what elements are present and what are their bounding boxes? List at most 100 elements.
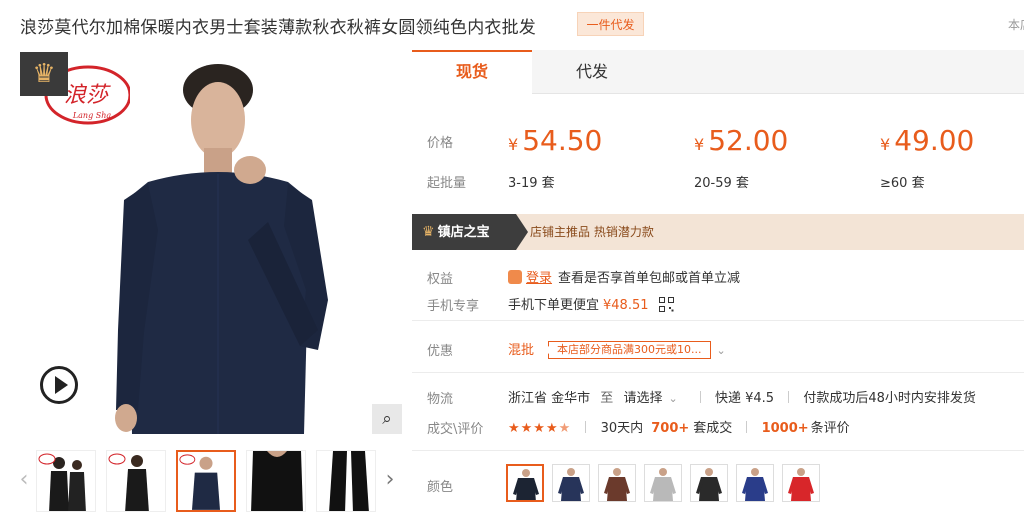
separator (788, 391, 790, 403)
tab-in-stock[interactable]: 现货 (412, 50, 532, 94)
mobile-text: 手机下单更便宜 (508, 298, 600, 313)
thumbnail-image (179, 454, 220, 510)
product-gallery: ♛ 浪莎 Lang Sha ⌕ ‹ › (18, 50, 402, 518)
divider (412, 320, 1024, 321)
price-label: 价格 (427, 136, 454, 151)
color-swatch-6[interactable] (736, 464, 774, 502)
main-product-image[interactable]: ♛ 浪莎 Lang Sha ⌕ (18, 50, 402, 434)
separator (585, 421, 587, 433)
title-bar: 浪莎莫代尔加棉保暖内衣男士套装薄款秋衣秋裤女圆领纯色内衣批发 一件代发 本店 (0, 0, 1024, 50)
min-qty-label: 起批量 (427, 176, 467, 191)
thumbnail-2[interactable] (106, 450, 166, 512)
thumbnail-next-arrow[interactable]: › (382, 464, 398, 496)
badge-arrow-shape (516, 214, 528, 250)
price-value: 54.50 (522, 124, 603, 157)
reviews-label: 成交\评价 (427, 422, 484, 437)
shop-tags: 店铺主推品 热销潜力款 (530, 225, 654, 239)
discount-label: 优惠 (427, 344, 454, 359)
store-link[interactable]: 本店 (1008, 16, 1024, 33)
svg-text:Lang Sha: Lang Sha (72, 111, 112, 120)
product-title: 浪莎莫代尔加棉保暖内衣男士套装薄款秋衣秋裤女圆领纯色内衣批发 (20, 18, 536, 38)
rating-stars[interactable]: ★★★★★ (508, 421, 571, 436)
color-swatch-1[interactable] (506, 464, 544, 502)
qty-range-1: 3-19 套 (508, 176, 555, 191)
currency-symbol: ¥ (694, 135, 705, 154)
price-tier-3: ¥49.00 (880, 124, 974, 157)
currency-symbol: ¥ (508, 135, 519, 154)
thumbnail-image (251, 451, 303, 511)
color-swatch-3[interactable] (598, 464, 636, 502)
stock-tabs: 现货 代发 (412, 50, 1024, 94)
price-tiers: 价格 起批量 ¥54.50 ¥52.00 ¥49.00 3-19 套 20-59… (412, 94, 1024, 212)
coupon-icon (508, 270, 522, 284)
shop-treasure-badge: ♛ 镇店之宝 (412, 214, 516, 250)
swatch-image (650, 468, 676, 501)
discount-value: 混批 本店部分商品满300元或10... ⌄ (508, 339, 726, 359)
price-tier-1: ¥54.50 (508, 124, 602, 157)
shipping-fee: 快递 ¥4.5 (714, 391, 775, 406)
crown-icon: ♛ (20, 52, 68, 96)
color-swatch-4[interactable] (644, 464, 682, 502)
days-prefix: 30天内 (600, 421, 644, 436)
price-tier-2: ¥52.00 (694, 124, 788, 157)
mobile-label: 手机专享 (427, 299, 480, 314)
benefits-value: 登录 查看是否享首单包邮或首单立减 (508, 267, 740, 286)
logistics-value: 浙江省 金华市 至 请选择 ⌄ 快递 ¥4.5 付款成功后48小时内安排发货 (508, 387, 976, 406)
thumbnail-4[interactable] (246, 450, 306, 512)
dispatch-time: 付款成功后48小时内安排发货 (803, 391, 976, 406)
currency-symbol: ¥ (880, 135, 891, 154)
benefits-text: 查看是否享首单包邮或首单立减 (558, 271, 741, 286)
price-value: 52.00 (708, 124, 789, 157)
color-swatch-2[interactable] (552, 464, 590, 502)
reviews-value: ★★★★★ 30天内 700+ 套成交 1000+ 条评价 (508, 417, 850, 436)
color-label: 颜色 (427, 480, 454, 495)
swatch-image (604, 468, 630, 501)
swatch-image (558, 468, 584, 501)
color-swatch-7[interactable] (782, 464, 820, 502)
divider (412, 450, 1024, 451)
reviews-count[interactable]: 1000+ (762, 421, 809, 436)
swatch-image (788, 468, 814, 501)
thumbnail-prev-arrow[interactable]: ‹ (16, 464, 32, 496)
reviews-suffix: 条评价 (810, 421, 850, 436)
orders-count[interactable]: 700+ (651, 421, 689, 436)
separator (699, 391, 701, 403)
color-swatch-5[interactable] (690, 464, 728, 502)
destination-select[interactable]: 请选择 (623, 391, 662, 406)
orders-suffix: 套成交 (693, 421, 733, 436)
svg-text:浪莎: 浪莎 (64, 83, 111, 108)
chevron-down-icon[interactable]: ⌄ (717, 344, 726, 357)
origin: 浙江省 金华市 (508, 391, 591, 406)
thumbnail-1[interactable] (36, 450, 96, 512)
qty-range-3: ≥60 套 (880, 176, 925, 191)
mixed-batch-text: 混批 (508, 343, 535, 358)
chevron-down-icon[interactable]: ⌄ (668, 392, 677, 405)
shop-treasure-banner: ♛ 镇店之宝 店铺主推品 热销潜力款 (412, 214, 1024, 250)
qr-code-icon[interactable] (658, 297, 674, 312)
login-link[interactable]: 登录 (526, 271, 552, 286)
promo-tag[interactable]: 本店部分商品满300元或10... (548, 341, 711, 359)
swatch-image (513, 469, 539, 500)
qty-range-2: 20-59 套 (694, 176, 749, 191)
divider (412, 372, 1024, 373)
thumbnail-image (329, 451, 369, 511)
swatch-image (742, 468, 768, 501)
benefits-label: 权益 (427, 272, 454, 287)
dropship-tag[interactable]: 一件代发 (577, 12, 644, 36)
play-video-button[interactable] (40, 366, 78, 404)
thumbnail-3[interactable] (176, 450, 236, 512)
price-value: 49.00 (894, 124, 975, 157)
thumbnail-strip: ‹ › (18, 450, 402, 512)
mobile-value: 手机下单更便宜 ¥48.51 (508, 294, 674, 313)
thumbnail-image (38, 453, 86, 511)
logistics-label: 物流 (427, 392, 454, 407)
mobile-price: ¥48.51 (603, 298, 649, 313)
shop-treasure-label: 镇店之宝 (437, 225, 490, 240)
zoom-icon[interactable]: ⌕ (372, 404, 402, 434)
thumbnail-5[interactable] (316, 450, 376, 512)
thumbnail-image (108, 453, 149, 511)
separator (746, 421, 748, 433)
tab-dropship[interactable]: 代发 (532, 50, 652, 94)
purchase-panel: 现货 代发 价格 起批量 ¥54.50 ¥52.00 ¥49.00 3-19 套… (412, 50, 1024, 518)
swatch-image (696, 468, 722, 501)
